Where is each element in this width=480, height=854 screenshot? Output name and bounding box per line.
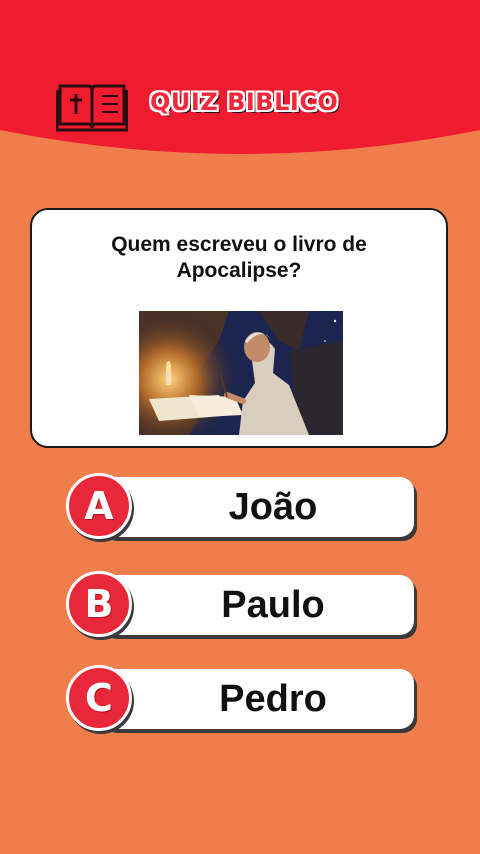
option-c-answer: Pedro (219, 678, 327, 720)
header-banner: QUIZ BIBLICO (0, 0, 480, 160)
question-text: Quem escreveu o livro de Apocalipse? (111, 233, 367, 282)
option-b-answer: Paulo (221, 584, 325, 626)
option-b-badge: B (66, 571, 132, 637)
question-card: Quem escreveu o livro de Apocalipse? (30, 208, 448, 448)
option-b-letter: B (84, 582, 114, 626)
option-c-letter: C (85, 676, 113, 720)
option-a-answer: João (228, 486, 318, 528)
option-b-button[interactable]: B Paulo (66, 571, 414, 639)
option-a-button[interactable]: A João (66, 473, 414, 541)
question-image (139, 311, 343, 435)
bible-book-icon (56, 80, 128, 132)
quiz-title: QUIZ BIBLICO (150, 88, 339, 116)
option-a-letter: A (84, 484, 114, 528)
option-c-button[interactable]: C Pedro (66, 665, 414, 733)
option-a-badge: A (66, 473, 132, 539)
option-c-badge: C (66, 665, 132, 731)
